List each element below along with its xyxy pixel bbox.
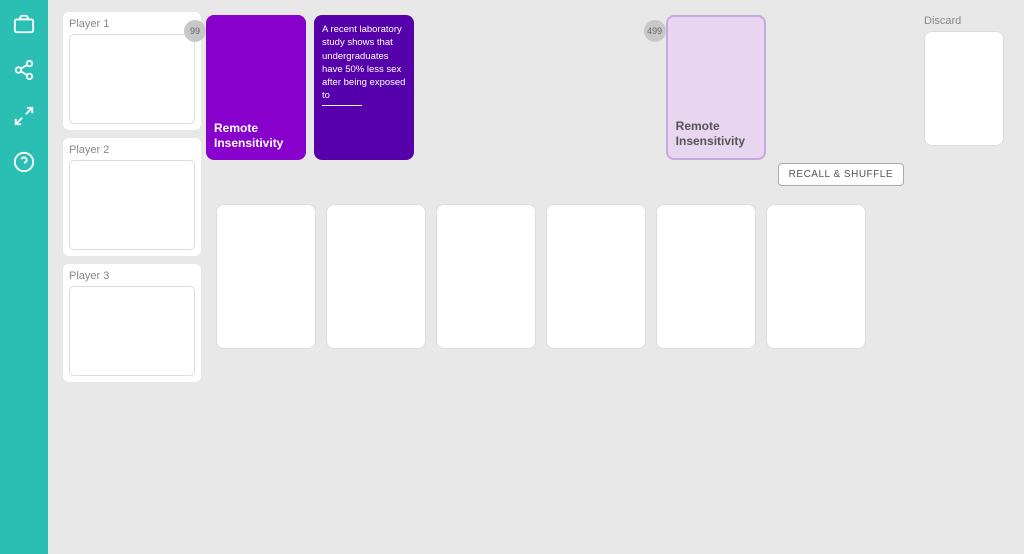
black-card-text: Remote Insensitivity — [214, 121, 298, 152]
sidebar — [0, 0, 48, 554]
content-area: Player 1 Player 2 Player 3 99 — [63, 10, 1009, 544]
black-stack-count: 99 — [184, 20, 206, 42]
main-area: Player 1 Player 2 Player 3 99 — [48, 0, 1024, 554]
player-2-panel: Player 2 — [63, 138, 201, 256]
player-3-panel: Player 3 — [63, 264, 201, 382]
player-3-label: Player 3 — [69, 270, 195, 282]
white-played-card[interactable]: Remote Insensitivity — [666, 15, 766, 160]
player-2-label: Player 2 — [69, 144, 195, 156]
fullscreen-icon[interactable] — [10, 102, 38, 130]
player-2-card-area — [69, 160, 195, 250]
player-1-label: Player 1 — [69, 18, 195, 30]
question-card[interactable]: A recent laboratory study shows that und… — [314, 15, 414, 160]
hand-card-6[interactable] — [766, 204, 866, 349]
hand-card-2[interactable] — [326, 204, 426, 349]
hand-card-1[interactable] — [216, 204, 316, 349]
players-column: Player 1 Player 2 Player 3 — [63, 10, 201, 544]
white-card-stack-wrapper: 499 Remote Insensitivity — [666, 15, 766, 160]
help-icon[interactable] — [10, 148, 38, 176]
briefcase-icon[interactable] — [10, 10, 38, 38]
white-stack-count: 499 — [644, 20, 666, 42]
recall-shuffle-area: RECALL & SHUFFLE — [778, 163, 904, 186]
question-card-text: A recent laboratory study shows that und… — [322, 23, 406, 103]
play-row: 99 Remote Insensitivity A recent laborat… — [206, 10, 1004, 186]
black-card[interactable]: Remote Insensitivity — [206, 15, 306, 160]
play-zone: 99 Remote Insensitivity A recent laborat… — [206, 15, 904, 186]
player-1-card-area — [69, 34, 195, 124]
white-card-text: Remote Insensitivity — [676, 119, 756, 150]
center-right-area: 99 Remote Insensitivity A recent laborat… — [201, 10, 1009, 544]
player-3-card-area — [69, 286, 195, 376]
discard-label: Discard — [924, 15, 961, 27]
blank-line — [322, 105, 362, 106]
hand-card-3[interactable] — [436, 204, 536, 349]
recall-shuffle-button[interactable]: RECALL & SHUFFLE — [778, 163, 904, 186]
hand-cards-row — [216, 204, 1004, 349]
player-1-panel: Player 1 — [63, 12, 201, 130]
hand-card-5[interactable] — [656, 204, 756, 349]
share-icon[interactable] — [10, 56, 38, 84]
hand-card-4[interactable] — [546, 204, 646, 349]
black-card-stack-wrapper: 99 Remote Insensitivity — [206, 15, 306, 160]
discard-card — [924, 31, 1004, 146]
discard-area: Discard — [924, 15, 1004, 146]
